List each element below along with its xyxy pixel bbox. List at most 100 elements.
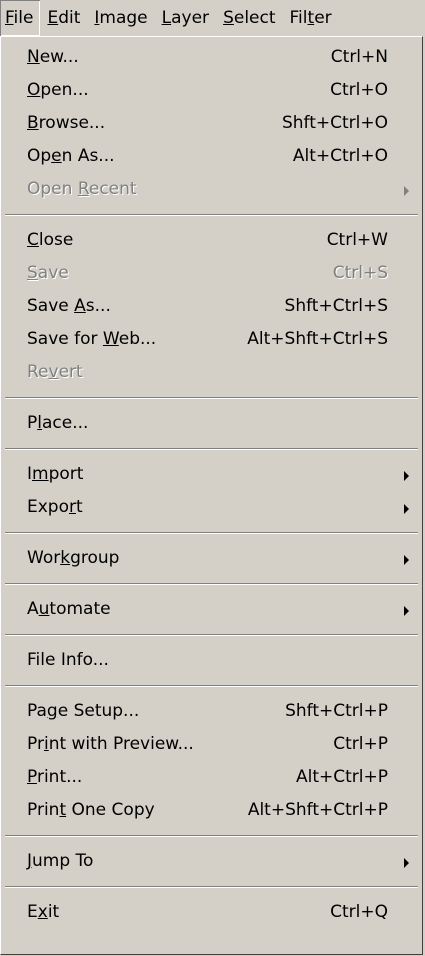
menu-separator [5, 532, 418, 534]
menu-item-file-info-label-pre: File Info... [27, 650, 109, 670]
menu-item-save-for-web[interactable]: Save for Web... Alt+Shft+Ctrl+S [1, 323, 422, 356]
menu-item-file-info[interactable]: File Info... [1, 644, 422, 677]
menu-item-print-with-preview-shortcut: Ctrl+P [333, 734, 388, 754]
menu-item-save-label: Save [27, 257, 69, 290]
menu-separator [5, 835, 418, 837]
menubar-layer[interactable]: Layer [155, 0, 216, 36]
menubar-edit-label-post: dit [58, 8, 81, 28]
menu-item-close-shortcut: Ctrl+W [326, 230, 388, 250]
menu-separator [5, 397, 418, 399]
menu-item-revert-label-mnemonic: v [48, 362, 59, 382]
menu-item-print-with-preview-label: Print with Preview... [27, 728, 194, 761]
submenu-arrow-icon [404, 555, 409, 565]
menu-item-open-recent-label-post: ecent [88, 179, 137, 199]
menu-item-import[interactable]: Import [1, 458, 422, 491]
menu-item-export-label-pre: Expo [27, 497, 69, 517]
menu-item-export-label-mnemonic: r [69, 497, 76, 517]
menu-item-open-recent-label-mnemonic: R [77, 179, 89, 199]
menu-item-exit[interactable]: Exit Ctrl+Q [1, 896, 422, 929]
menu-item-open-recent: Open Recent [1, 173, 422, 206]
menu-separator [5, 634, 418, 636]
menubar-file-label-post: ile [13, 8, 34, 28]
menubar-edit-label-mnemonic: E [47, 8, 59, 28]
menu-item-new-label-post: ew... [39, 47, 79, 67]
menu-item-place-label-post: ace... [42, 413, 89, 433]
menu-item-save-as-shortcut: Shft+Ctrl+S [284, 296, 388, 316]
menu-item-print-label-mnemonic: P [27, 767, 37, 787]
menubar-image[interactable]: Image [87, 0, 154, 36]
menu-item-workgroup-label: Workgroup [27, 542, 119, 575]
menu-item-open[interactable]: Open... Ctrl+O [1, 74, 422, 107]
menubar-select[interactable]: Select [216, 0, 282, 36]
menu-item-open-as-label-post: n As... [61, 146, 115, 166]
menu-item-close[interactable]: Close Ctrl+W [1, 224, 422, 257]
menubar-layer-label-mnemonic: L [161, 8, 172, 28]
menu-item-automate[interactable]: Automate [1, 593, 422, 626]
submenu-arrow-icon [404, 504, 409, 514]
menu-item-import-label-post: port [48, 464, 84, 484]
menu-item-export[interactable]: Export [1, 491, 422, 524]
menu-item-save-for-web-label-post: eb... [118, 329, 157, 349]
menu-item-open-shortcut: Ctrl+O [330, 80, 388, 100]
menu-item-jump-to-label: Jump To [27, 845, 93, 878]
submenu-arrow-icon [404, 471, 409, 481]
menu-item-browse[interactable]: Browse... Shft+Ctrl+O [1, 107, 422, 140]
menu-item-page-setup-shortcut: Shft+Ctrl+P [285, 701, 388, 721]
menu-item-place[interactable]: Place... [1, 407, 422, 440]
menu-item-print-with-preview[interactable]: Print with Preview... Ctrl+P [1, 728, 422, 761]
menu-item-save-label-mnemonic: S [27, 263, 38, 283]
menu-separator [5, 583, 418, 585]
menu-item-new[interactable]: New... Ctrl+N [1, 41, 422, 74]
menu-item-open-as-label-pre: Op [27, 146, 52, 166]
menu-separator [5, 448, 418, 450]
menu-item-save-as[interactable]: Save As... Shft+Ctrl+S [1, 290, 422, 323]
menu-item-automate-label-mnemonic: u [38, 599, 50, 619]
menu-item-close-label-mnemonic: C [27, 230, 39, 250]
menu-item-file-info-label: File Info... [27, 644, 109, 677]
menu-item-open-label-mnemonic: O [27, 80, 41, 100]
menu-item-open-as-shortcut: Alt+Ctrl+O [292, 146, 388, 166]
menu-item-page-setup-label-post: e Setup... [57, 701, 140, 721]
menu-item-close-label: Close [27, 224, 73, 257]
menu-item-revert-label-pre: Re [27, 362, 49, 382]
menu-item-exit-label-post: it [47, 902, 60, 922]
menu-item-save-for-web-label-mnemonic: W [102, 329, 119, 349]
menu-item-workgroup-label-mnemonic: k [60, 548, 71, 568]
menu-item-automate-label-post: tomate [49, 599, 111, 619]
menu-item-browse-shortcut: Shft+Ctrl+O [281, 113, 388, 133]
menubar-select-label-post: elect [233, 8, 276, 28]
menu-bar: File Edit Image Layer Select Filter [0, 0, 425, 36]
menubar-image-label-post: mage [99, 8, 148, 28]
menu-item-new-label: New... [27, 41, 79, 74]
menubar-filter[interactable]: Filter [283, 0, 339, 36]
menu-item-workgroup-label-post: group [70, 548, 120, 568]
menu-item-automate-label-pre: A [27, 599, 39, 619]
menu-item-new-shortcut: Ctrl+N [330, 47, 388, 67]
menu-item-page-setup-label-mnemonic: g [46, 701, 58, 721]
menu-item-save-for-web-label: Save for Web... [27, 323, 156, 356]
submenu-arrow-icon [404, 606, 409, 616]
menubar-file[interactable]: File [0, 0, 40, 36]
menu-item-revert-label: Revert [27, 356, 83, 389]
menu-item-workgroup-label-pre: Wor [27, 548, 61, 568]
menu-item-import-label: Import [27, 458, 83, 491]
menu-item-save-as-label-post: s... [85, 296, 111, 316]
menu-item-open-as-label: Open As... [27, 140, 115, 173]
menu-item-workgroup[interactable]: Workgroup [1, 542, 422, 575]
menu-item-print[interactable]: Print... Alt+Ctrl+P [1, 761, 422, 794]
menu-item-revert: Revert [1, 356, 422, 389]
menu-item-automate-label: Automate [27, 593, 111, 626]
menu-item-open-label: Open... [27, 74, 89, 107]
menu-item-browse-label-mnemonic: B [27, 113, 39, 133]
menu-item-save: Save Ctrl+S [1, 257, 422, 290]
menu-item-save-label-post: ave [37, 263, 69, 283]
menu-item-export-label-post: t [76, 497, 83, 517]
menubar-filter-label-post: er [314, 8, 332, 28]
menu-item-jump-to[interactable]: Jump To [1, 845, 422, 878]
menubar-edit[interactable]: Edit [40, 0, 87, 36]
menu-item-page-setup-label-pre: Pa [27, 701, 47, 721]
menu-item-open-as[interactable]: Open As... Alt+Ctrl+O [1, 140, 422, 173]
menu-item-print-one-copy-label-pre: Prin [27, 800, 60, 820]
menu-item-page-setup[interactable]: Page Setup... Shft+Ctrl+P [1, 695, 422, 728]
menu-item-print-one-copy[interactable]: Print One Copy Alt+Shft+Ctrl+P [1, 794, 422, 827]
